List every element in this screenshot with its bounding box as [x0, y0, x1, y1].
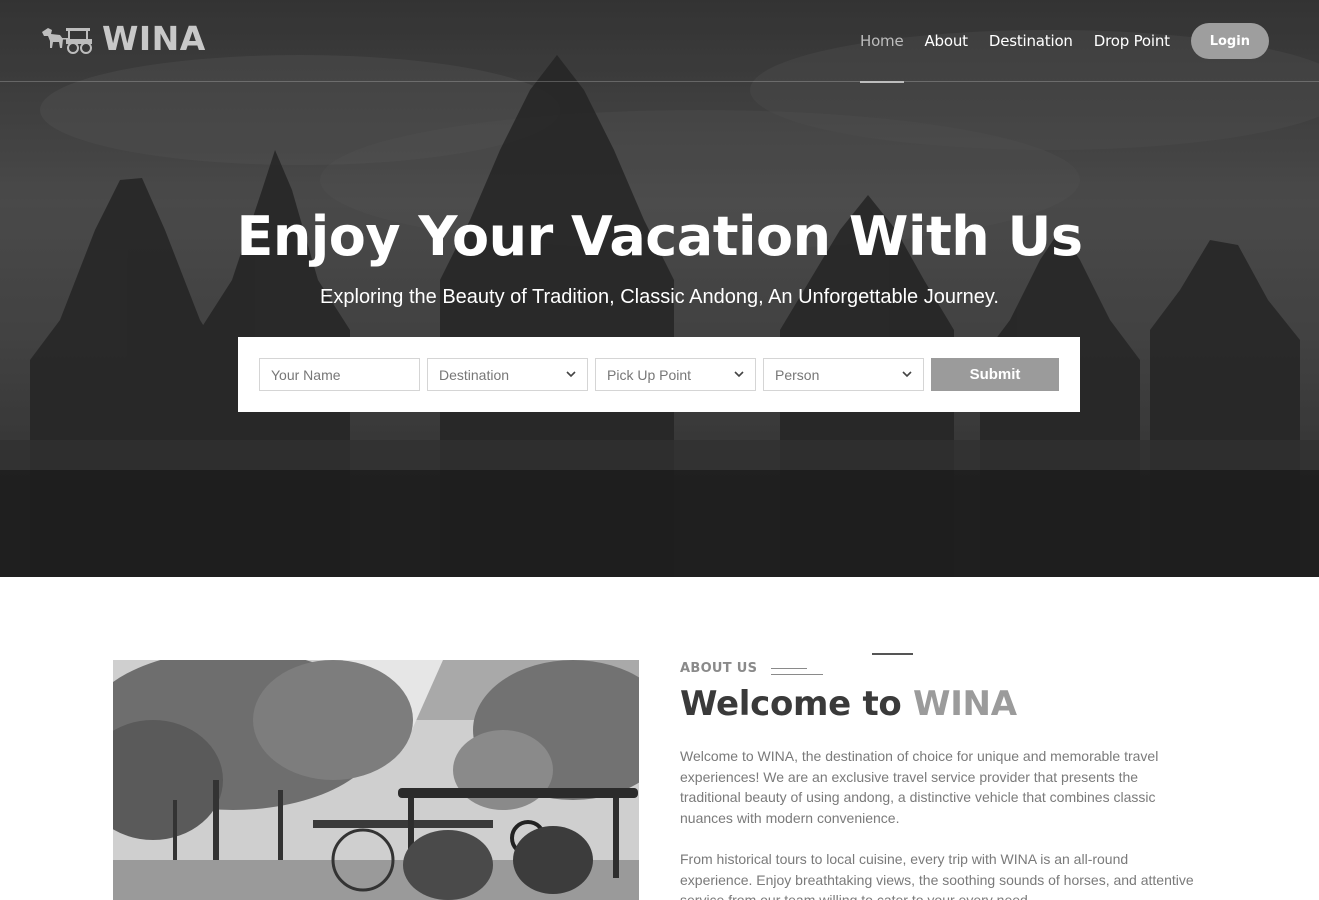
about-heading: Welcome to WINA — [680, 684, 1017, 724]
nav-drop-point[interactable]: Drop Point — [1094, 23, 1170, 59]
submit-button[interactable]: Submit — [931, 358, 1059, 391]
hero-subtitle: Exploring the Beauty of Tradition, Class… — [320, 286, 999, 308]
nav-home[interactable]: Home — [860, 23, 904, 83]
about-heading-prefix: Welcome to — [680, 684, 913, 724]
top-navbar: WINA Home About Destination Drop Point L… — [0, 0, 1319, 83]
destination-select[interactable]: Destination — [427, 358, 588, 391]
main-nav: Home About Destination Drop Point Login — [860, 23, 1269, 83]
hero-title: Enjoy Your Vacation With Us — [236, 205, 1083, 268]
pickup-point-select[interactable]: Pick Up Point — [595, 358, 756, 391]
eyebrow-decoration-lines — [771, 664, 824, 675]
chevron-down-icon — [734, 371, 744, 378]
about-heading-accent: WINA — [913, 684, 1017, 724]
brand-name: WINA — [102, 18, 206, 58]
nav-about[interactable]: About — [925, 23, 969, 59]
hero-section: WINA Home About Destination Drop Point L… — [0, 0, 1319, 577]
about-eyebrow-label: ABOUT US — [680, 661, 758, 676]
about-eyebrow: ABOUT US — [680, 661, 824, 676]
section-divider — [872, 653, 913, 655]
chevron-down-icon — [902, 371, 912, 378]
booking-form: Destination Pick Up Point Person Submit — [238, 337, 1080, 412]
brand-logo[interactable]: WINA — [40, 18, 206, 58]
about-andong-photo — [113, 660, 639, 900]
person-select-label: Person — [775, 366, 820, 383]
about-paragraph-2: From historical tours to local cuisine, … — [680, 851, 1194, 900]
person-select[interactable]: Person — [763, 358, 924, 391]
about-paragraph-1: Welcome to WINA, the destination of choi… — [680, 748, 1159, 826]
name-field[interactable] — [259, 358, 420, 391]
nav-destination[interactable]: Destination — [989, 23, 1073, 59]
chevron-down-icon — [566, 371, 576, 378]
login-button[interactable]: Login — [1190, 23, 1269, 59]
pickup-point-select-label: Pick Up Point — [607, 366, 692, 383]
destination-select-label: Destination — [439, 366, 510, 383]
name-input[interactable] — [271, 366, 411, 383]
horse-carriage-icon — [42, 28, 92, 54]
